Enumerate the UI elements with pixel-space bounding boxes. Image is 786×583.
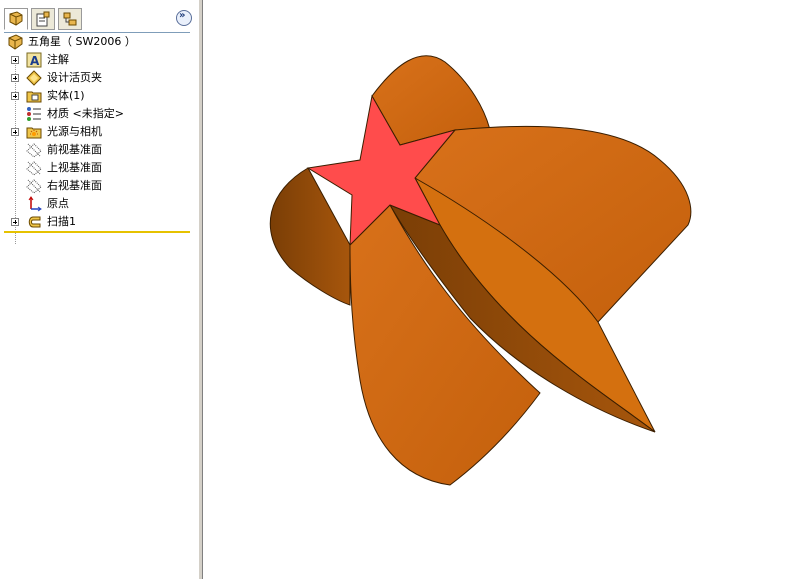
expand-icon[interactable]	[11, 128, 19, 136]
expand-icon[interactable]	[11, 56, 19, 64]
feature-manager-panel: » 五角星（ SW2006 ） A 注解 设计活页夹 实体(1) 材质 <未指定…	[0, 0, 200, 579]
tree-item-solid-bodies[interactable]: 实体(1)	[0, 87, 192, 105]
expand-icon[interactable]	[11, 74, 19, 82]
design-binder-icon	[26, 70, 42, 86]
configurationmanager-tab[interactable]	[58, 8, 82, 30]
tree-item-right-plane[interactable]: 右视基准面	[0, 177, 192, 195]
tree-item-label: 光源与相机	[47, 125, 102, 138]
plane-icon	[26, 142, 42, 158]
sweep-icon	[26, 214, 42, 230]
propertymanager-tab[interactable]	[31, 8, 55, 30]
part-icon	[7, 34, 23, 50]
tree-root[interactable]: 五角星（ SW2006 ）	[0, 33, 192, 51]
tree-item-label: 上视基准面	[47, 161, 102, 174]
tree-item-label: 扫描1	[47, 215, 76, 228]
tree-item-annotations[interactable]: A 注解	[0, 51, 192, 69]
left-arm-face	[269, 167, 351, 306]
tree-item-top-plane[interactable]: 上视基准面	[0, 159, 192, 177]
tree-end-marker	[4, 231, 190, 233]
tree-item-label: 设计活页夹	[47, 71, 102, 84]
annotation-icon: A	[26, 52, 42, 68]
tree-item-label: 材质 <未指定>	[47, 107, 124, 120]
graphics-area[interactable]	[203, 0, 786, 579]
tree-item-material[interactable]: 材质 <未指定>	[0, 105, 192, 123]
svg-text:A: A	[30, 54, 40, 68]
plane-icon	[26, 160, 42, 176]
tree-item-front-plane[interactable]: 前视基准面	[0, 141, 192, 159]
featuremanager-tab[interactable]	[4, 8, 28, 30]
tree-item-label: 实体(1)	[47, 89, 85, 102]
collapse-panel-button[interactable]: »	[176, 10, 192, 26]
tree-item-label: 原点	[47, 197, 69, 210]
plane-icon	[26, 178, 42, 194]
expand-icon[interactable]	[11, 218, 19, 226]
tree-item-lights-cameras[interactable]: 光源与相机	[0, 123, 192, 141]
lights-cameras-icon	[26, 124, 42, 140]
chevron-right-icon: »	[179, 10, 186, 21]
tree-item-sweep1[interactable]: 扫描1	[0, 213, 192, 231]
solid-bodies-icon	[26, 88, 42, 104]
tree-item-label: 注解	[47, 53, 69, 66]
tree-item-design-binder[interactable]: 设计活页夹	[0, 69, 192, 87]
property-manager-icon	[36, 11, 50, 27]
expand-icon[interactable]	[11, 92, 19, 100]
material-icon	[26, 106, 42, 122]
star-sweep-model[interactable]	[203, 0, 786, 579]
tree-item-origin[interactable]: 原点	[0, 195, 192, 213]
configuration-icon	[63, 12, 77, 26]
tree-item-label: 右视基准面	[47, 179, 102, 192]
feature-tree-icon	[9, 11, 23, 26]
panel-tab-bar: »	[0, 6, 199, 32]
tree-item-label: 前视基准面	[47, 143, 102, 156]
tree-root-label: 五角星（ SW2006 ）	[28, 35, 136, 48]
origin-icon	[26, 196, 42, 212]
